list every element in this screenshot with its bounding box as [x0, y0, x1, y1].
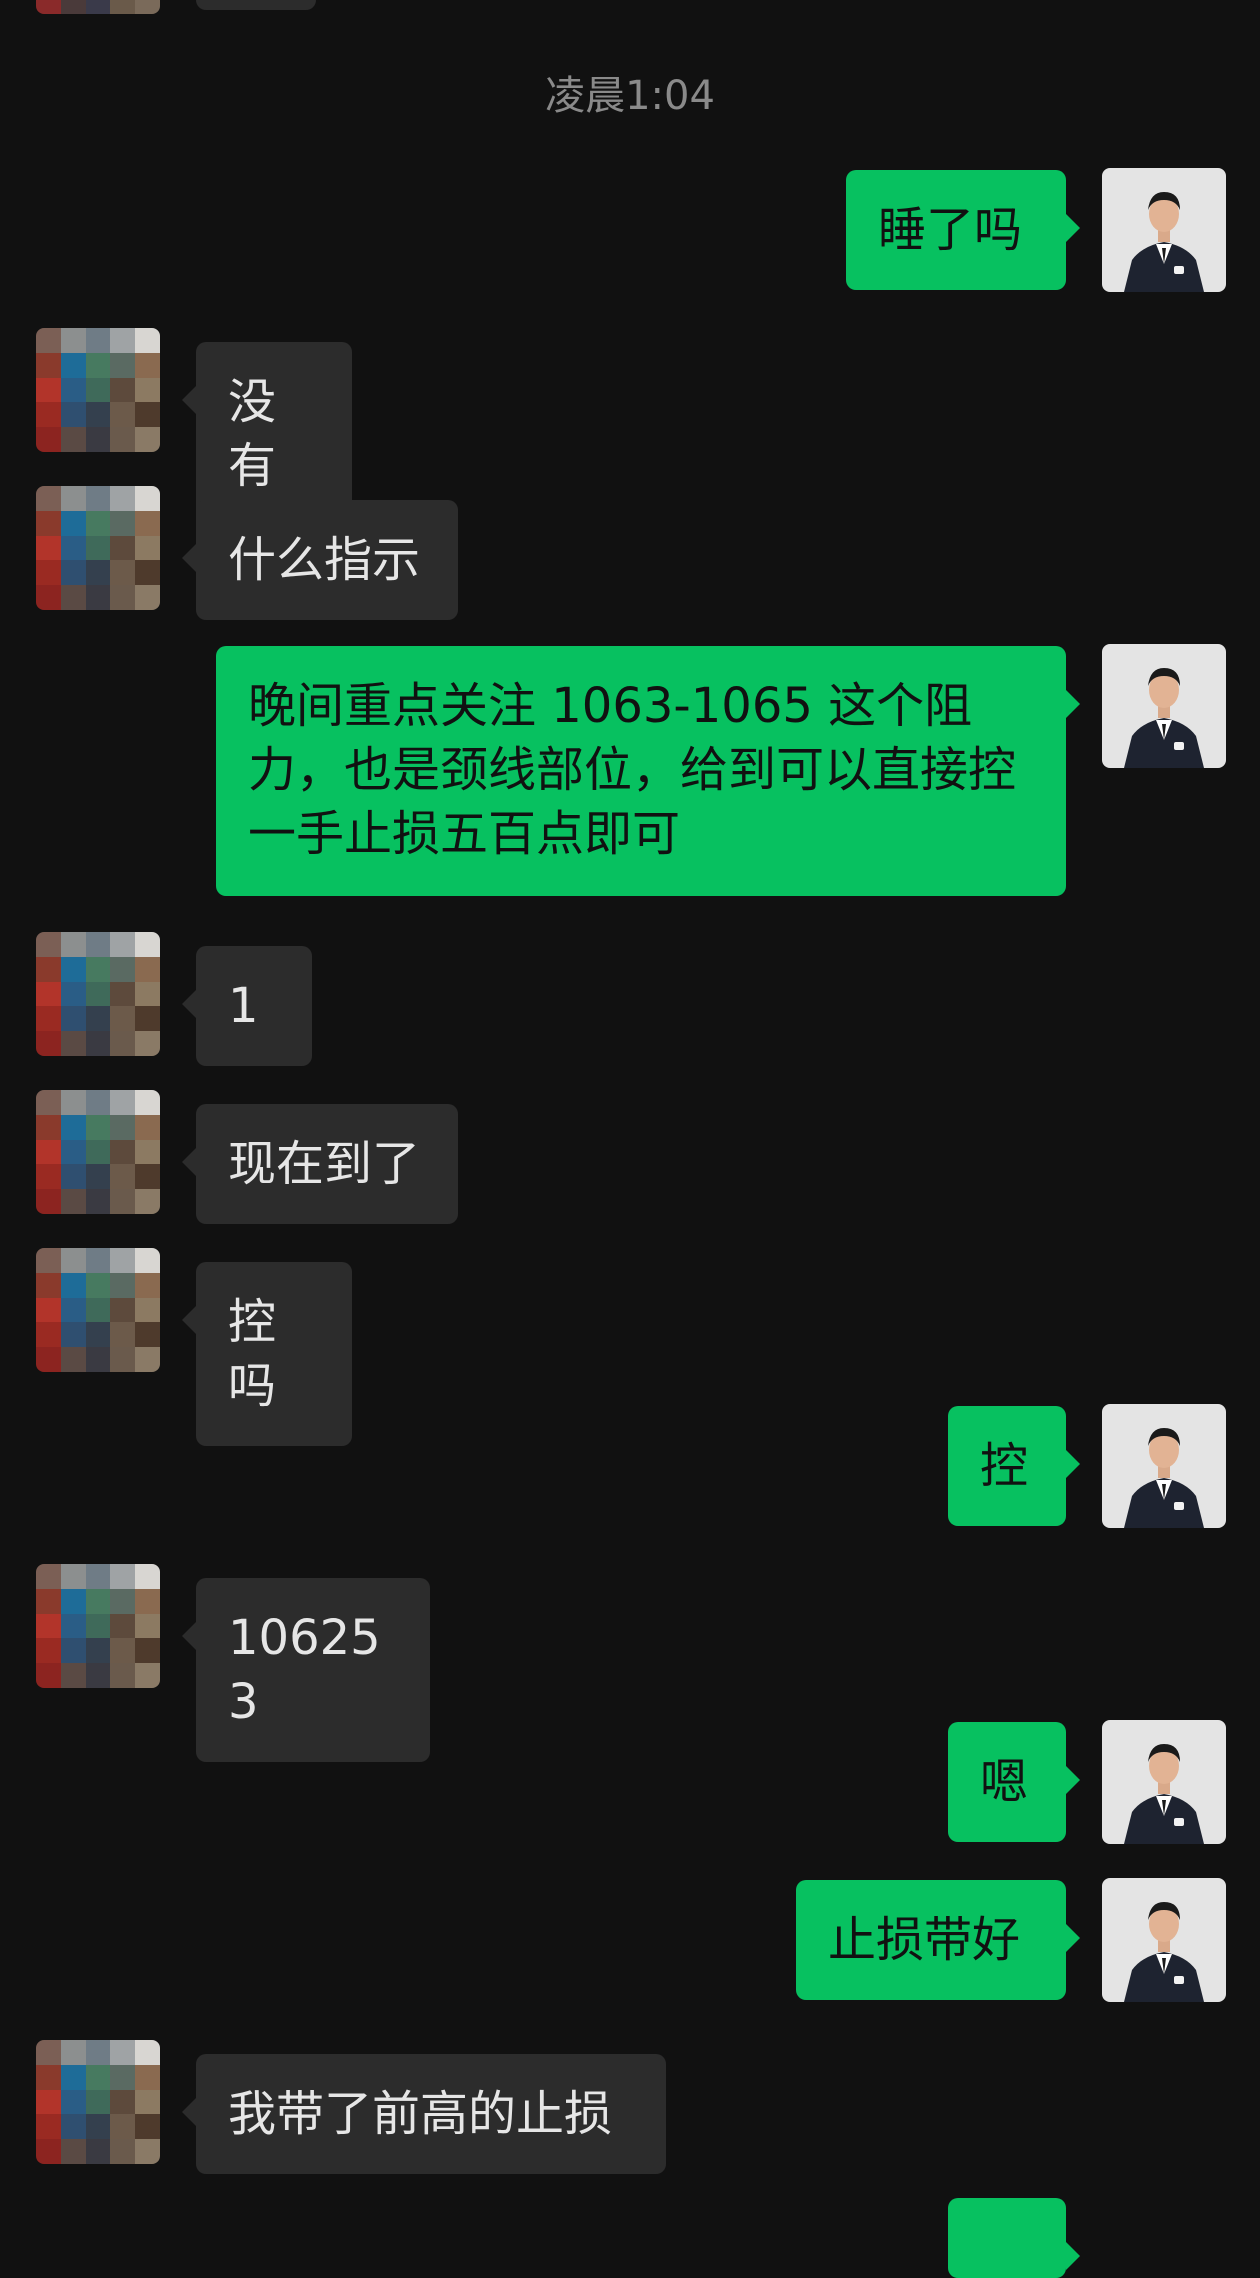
- incoming-message-bubble[interactable]: 控吗: [182, 1262, 352, 1446]
- avatar-image: [1102, 1720, 1226, 1844]
- self-avatar[interactable]: [1102, 168, 1226, 292]
- outgoing-message-bubble[interactable]: 嗯: [948, 1722, 1080, 1842]
- avatar-image: [36, 2040, 160, 2164]
- outgoing-message-bubble[interactable]: 睡了吗: [846, 170, 1080, 290]
- avatar-image: [36, 1248, 160, 1372]
- avatar-image: [1102, 168, 1226, 292]
- avatar-image: [36, 1090, 160, 1214]
- incoming-message-bubble[interactable]: 1: [182, 946, 312, 1066]
- contact-avatar-partial[interactable]: [36, 0, 160, 14]
- avatar-image: [1102, 644, 1226, 768]
- avatar-image: [36, 0, 160, 14]
- message-bubble-partial-bottom[interactable]: [948, 2198, 1080, 2278]
- self-avatar[interactable]: [1102, 1720, 1226, 1844]
- outgoing-message-bubble[interactable]: 止损带好: [796, 1880, 1080, 2000]
- contact-avatar[interactable]: [36, 2040, 160, 2164]
- incoming-message-bubble[interactable]: 什么指示: [182, 500, 458, 620]
- incoming-message-bubble[interactable]: 我带了前高的止损: [182, 2054, 666, 2174]
- self-avatar[interactable]: [1102, 1878, 1226, 2002]
- outgoing-message-bubble[interactable]: 晚间重点关注 1063-1065 这个阻力，也是颈线部位，给到可以直接控一手止损…: [216, 646, 1080, 896]
- message-bubble-partial[interactable]: [196, 0, 316, 10]
- chat-timestamp: 凌晨1:04: [545, 73, 715, 119]
- avatar-image: [36, 1564, 160, 1688]
- avatar-image: [36, 328, 160, 452]
- contact-avatar[interactable]: [36, 1090, 160, 1214]
- contact-avatar[interactable]: [36, 328, 160, 452]
- contact-avatar[interactable]: [36, 486, 160, 610]
- incoming-message-bubble[interactable]: 现在到了: [182, 1104, 458, 1224]
- contact-avatar[interactable]: [36, 1248, 160, 1372]
- incoming-message-bubble[interactable]: 106253: [182, 1578, 430, 1762]
- contact-avatar[interactable]: [36, 1564, 160, 1688]
- avatar-image: [1102, 1404, 1226, 1528]
- self-avatar[interactable]: [1102, 644, 1226, 768]
- avatar-image: [36, 932, 160, 1056]
- avatar-image: [36, 486, 160, 610]
- self-avatar[interactable]: [1102, 1404, 1226, 1528]
- incoming-message-bubble[interactable]: 没有: [182, 342, 352, 526]
- contact-avatar[interactable]: [36, 932, 160, 1056]
- avatar-image: [1102, 1878, 1226, 2002]
- outgoing-message-bubble[interactable]: 控: [948, 1406, 1080, 1526]
